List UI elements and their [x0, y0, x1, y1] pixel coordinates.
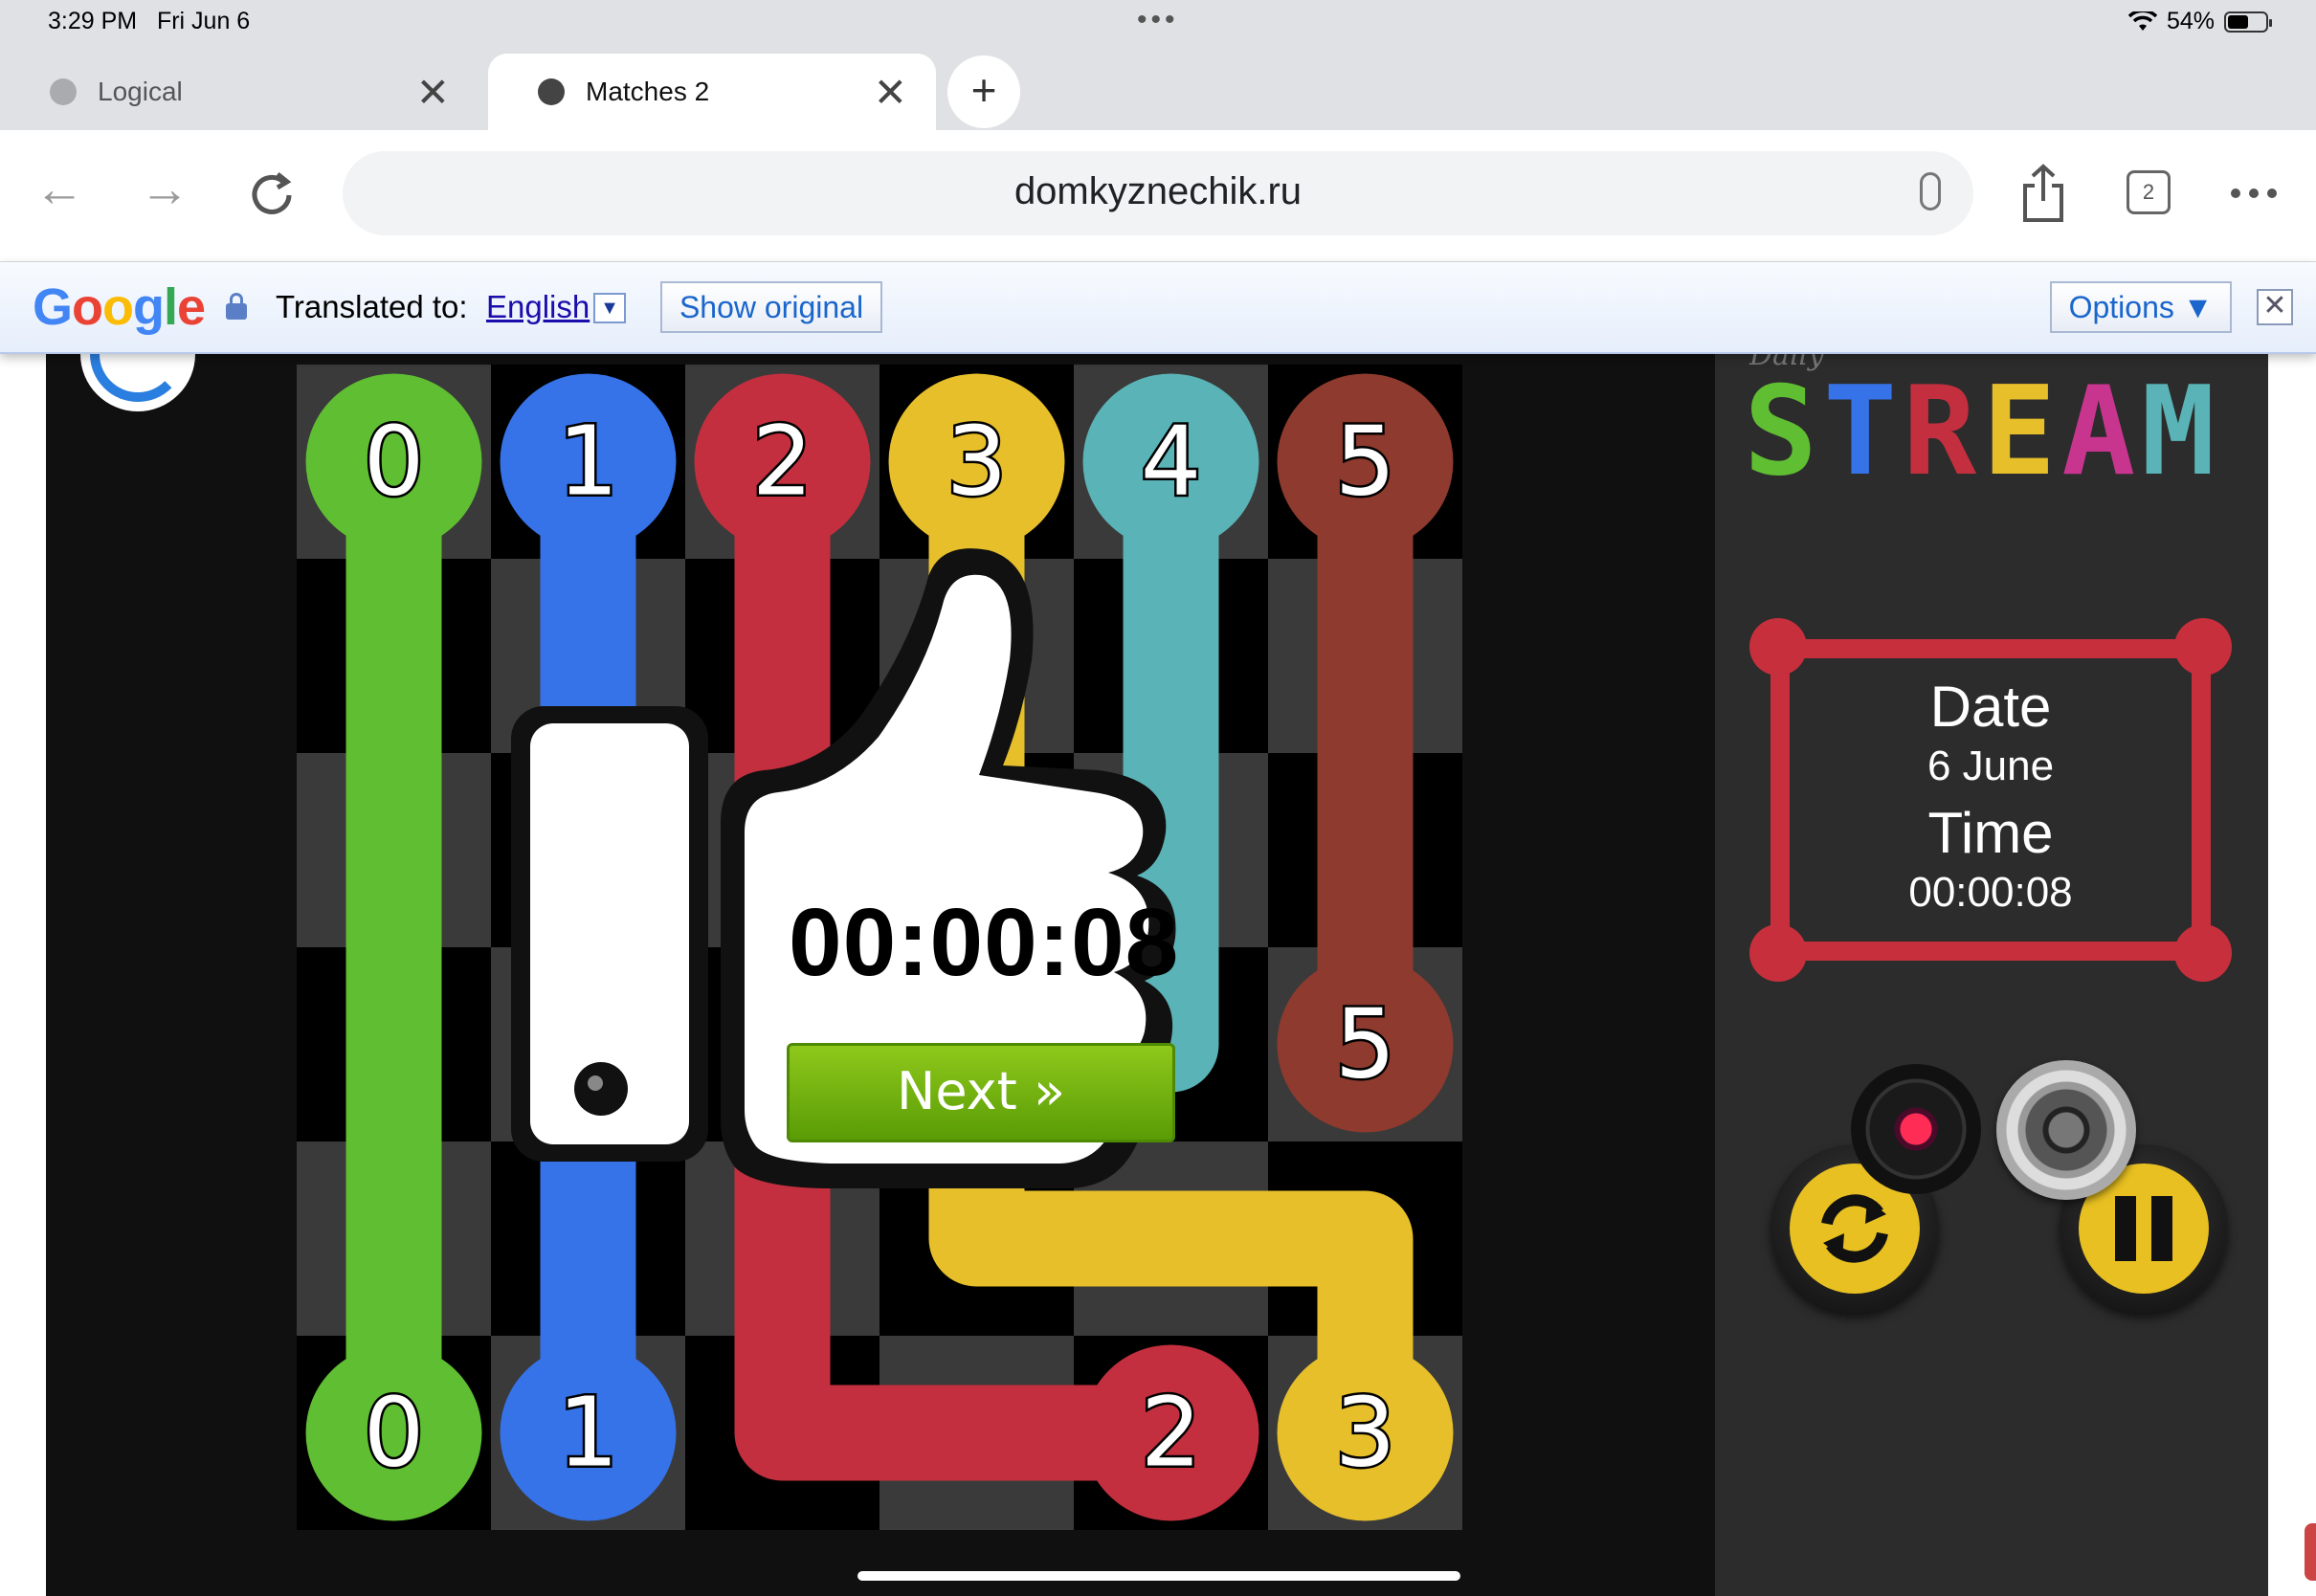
- endpoint-label: 4: [1141, 406, 1202, 518]
- url-text[interactable]: domkyznechik.ru: [343, 170, 1973, 213]
- google-translate-bar: Google Translated to: English ▼ Show ori…: [0, 262, 2316, 354]
- battery-percent: 54%: [2166, 8, 2215, 34]
- endpoint-2[interactable]: 2: [694, 373, 871, 550]
- endpoint-5[interactable]: 5: [1277, 373, 1454, 550]
- tab-logical[interactable]: Logical ✕: [0, 54, 479, 130]
- globe-icon: [50, 78, 77, 105]
- completion-time: 00:00:08: [789, 889, 1180, 996]
- tab-matches-2[interactable]: Matches 2 ✕: [488, 54, 936, 130]
- endpoint-0[interactable]: 0: [305, 373, 482, 550]
- logo-letter: R: [1903, 361, 1983, 503]
- endpoint-label: 3: [946, 406, 1008, 518]
- pause-icon: [2115, 1196, 2172, 1261]
- more-options-icon[interactable]: [2230, 188, 2278, 199]
- endpoint-0[interactable]: 0: [305, 1344, 482, 1521]
- reload-icon[interactable]: [245, 168, 299, 222]
- record-icon[interactable]: [1851, 1064, 1981, 1194]
- time-value: 00:00:08: [1908, 869, 2073, 916]
- info-panel: Date 6 June Time 00:00:08: [1749, 618, 2232, 982]
- time-label: Time: [1927, 801, 2054, 865]
- web-page: 01234550123 00:00:08 Next » Daily STREAM: [0, 354, 2316, 1596]
- game-sidebar: Daily STREAM Date 6 June Time 00:00:08: [1715, 354, 2268, 1596]
- status-right: 54%: [2127, 8, 2272, 35]
- endpoint-1[interactable]: 1: [500, 373, 677, 550]
- endpoint-label: 5: [1335, 988, 1396, 1100]
- options-button[interactable]: Options ▼: [2050, 281, 2232, 333]
- endpoint-1[interactable]: 1: [500, 1344, 677, 1521]
- endpoint-2[interactable]: 2: [1082, 1344, 1259, 1521]
- endpoint-3[interactable]: 3: [1277, 1344, 1454, 1521]
- close-translate-bar-button[interactable]: ✕: [2257, 289, 2293, 325]
- address-bar[interactable]: domkyznechik.ru: [343, 151, 1973, 235]
- endpoint-3[interactable]: 3: [888, 373, 1065, 550]
- new-tab-button[interactable]: +: [947, 55, 1020, 128]
- date-value: 6 June: [1926, 743, 2055, 789]
- tab-title: Logical: [98, 77, 183, 106]
- endpoint-label: 5: [1335, 406, 1396, 518]
- loading-spinner-icon: [80, 354, 195, 411]
- home-indicator[interactable]: [857, 1571, 1460, 1581]
- logo-letter: M: [2141, 361, 2221, 503]
- logo-letter: A: [2061, 361, 2142, 503]
- language-link[interactable]: English: [486, 289, 590, 325]
- logo-letter: S: [1744, 361, 1824, 503]
- wifi-icon: [2127, 11, 2157, 31]
- google-logo: Google: [33, 278, 206, 336]
- endpoint-label: 0: [364, 406, 425, 518]
- next-button[interactable]: Next »: [787, 1043, 1175, 1142]
- page-margin: [2268, 354, 2316, 1596]
- share-icon[interactable]: [2019, 163, 2067, 224]
- logo-letter: E: [1982, 361, 2062, 503]
- tab-title: Matches 2: [586, 77, 710, 106]
- game-area: 0 1 2 3 4 5 5 0 1 2 3 00:00:08 Next »: [46, 354, 1715, 1596]
- refresh-icon: [1821, 1194, 1888, 1263]
- status-bar: 3:29 PM Fri Jun 6 ••• 54%: [0, 0, 2316, 46]
- language-dropdown-icon[interactable]: ▼: [593, 293, 626, 323]
- multitasking-dots[interactable]: •••: [1137, 4, 1179, 36]
- browser-toolbar: ← → domkyznechik.ru 2: [0, 130, 2316, 262]
- endpoint-label: 1: [558, 1377, 619, 1489]
- status-time: 3:29 PM Fri Jun 6: [48, 8, 251, 34]
- lock-icon: [226, 293, 247, 320]
- tab-strip: Logical ✕ Matches 2 ✕ +: [0, 46, 2316, 130]
- logo-letter: T: [1823, 361, 1904, 503]
- globe-icon: [538, 78, 565, 105]
- success-popup: 00:00:08 Next »: [505, 545, 1328, 1273]
- endpoint-label: 0: [364, 1377, 425, 1489]
- microphone-icon[interactable]: [1920, 172, 1941, 211]
- back-arrow-icon[interactable]: ←: [34, 161, 84, 218]
- forward-arrow-icon[interactable]: →: [140, 161, 189, 218]
- endpoint-label: 2: [1141, 1377, 1202, 1489]
- speaker-icon[interactable]: [1996, 1060, 2136, 1200]
- translated-to-label: Translated to:: [276, 289, 468, 324]
- endpoint-label: 3: [1335, 1377, 1396, 1489]
- edge-tab: [2305, 1523, 2316, 1581]
- stream-logo: STREAM: [1744, 371, 2220, 494]
- endpoint-label: 1: [558, 406, 619, 518]
- tab-count-button[interactable]: 2: [2127, 170, 2171, 214]
- endpoint-label: 2: [752, 406, 813, 518]
- close-tab-icon[interactable]: ✕: [874, 69, 907, 116]
- show-original-button[interactable]: Show original: [660, 281, 882, 333]
- date-label: Date: [1929, 675, 2052, 739]
- battery-icon: [2224, 11, 2272, 33]
- close-tab-icon[interactable]: ✕: [416, 69, 450, 116]
- endpoint-4[interactable]: 4: [1082, 373, 1259, 550]
